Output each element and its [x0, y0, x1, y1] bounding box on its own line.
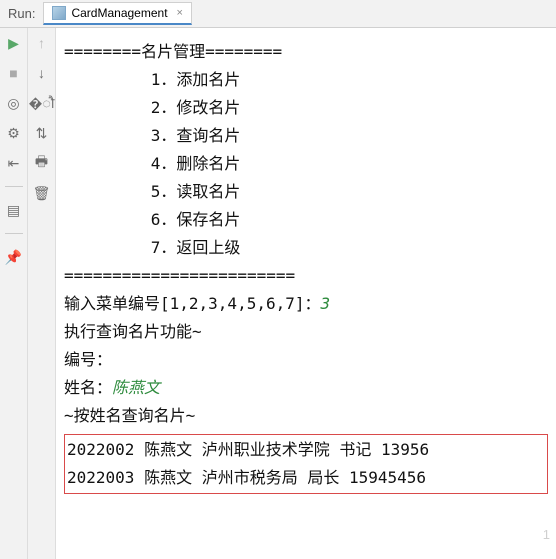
- watermark: 1: [543, 524, 550, 547]
- user-input: 陈燕文: [112, 378, 160, 397]
- close-icon[interactable]: ×: [177, 7, 183, 19]
- result-row: 2022002 陈燕文 泸州职业技术学院 书记 13956: [67, 436, 545, 464]
- menu-item: 4．删除名片: [64, 150, 548, 178]
- separator: [5, 233, 23, 234]
- down-arrow-icon[interactable]: ↓: [33, 64, 51, 82]
- header-bar: Run: CardManagement ×: [0, 0, 556, 28]
- menu-item: 3．查询名片: [64, 122, 548, 150]
- run-tab[interactable]: CardManagement ×: [43, 2, 192, 25]
- layout-icon[interactable]: ▤: [5, 201, 23, 219]
- menu-item: 1．添加名片: [64, 66, 548, 94]
- menu-item: 2．修改名片: [64, 94, 548, 122]
- exec-line: 执行查询名片功能~: [64, 318, 548, 346]
- up-arrow-icon[interactable]: ↑: [33, 34, 51, 52]
- main-area: ▶ ■ ◎ ⚙ ⇤ ▤ 📌 ↑ ↓ �ौ ⇅ 🖶 🗑 ========名片管理=…: [0, 28, 556, 559]
- gutter-right: ↑ ↓ �ौ ⇅ 🖶 🗑: [28, 28, 56, 559]
- debug-icon[interactable]: ⚙: [5, 124, 23, 142]
- exit-icon[interactable]: ⇤: [5, 154, 23, 172]
- id-line: 编号：: [64, 346, 548, 374]
- file-icon: [52, 6, 66, 20]
- search-line: ~按姓名查询名片~: [64, 402, 548, 430]
- console-output[interactable]: ========名片管理======== 1．添加名片 2．修改名片 3．查询名…: [56, 28, 556, 559]
- camera-icon[interactable]: ◎: [5, 94, 23, 112]
- trash-icon[interactable]: 🗑: [33, 184, 51, 202]
- menu-item: 5．读取名片: [64, 178, 548, 206]
- overline-icon[interactable]: �ौ: [33, 94, 51, 112]
- result-row: 2022003 陈燕文 泸州市税务局 局长 15945456: [67, 464, 545, 492]
- tab-title: CardManagement: [71, 6, 167, 20]
- result-box: 2022002 陈燕文 泸州职业技术学院 书记 13956 2022003 陈燕…: [64, 434, 548, 494]
- user-input: 3: [321, 294, 331, 313]
- play-icon[interactable]: ▶: [5, 34, 23, 52]
- menu-item: 6．保存名片: [64, 206, 548, 234]
- pin-icon[interactable]: 📌: [5, 248, 23, 266]
- menu-item: 7．返回上级: [64, 234, 548, 262]
- run-label: Run:: [8, 6, 35, 21]
- print-icon[interactable]: 🖶: [33, 154, 51, 172]
- title-line: ========名片管理========: [64, 38, 548, 66]
- prompt-line: 输入菜单编号[1,2,3,4,5,6,7]：3: [64, 290, 548, 318]
- separator: [5, 186, 23, 187]
- gutter-left: ▶ ■ ◎ ⚙ ⇤ ▤ 📌: [0, 28, 28, 559]
- wrap-icon[interactable]: ⇅: [33, 124, 51, 142]
- name-line: 姓名：陈燕文: [64, 374, 548, 402]
- divider-line: ========================: [64, 262, 548, 290]
- stop-icon[interactable]: ■: [5, 64, 23, 82]
